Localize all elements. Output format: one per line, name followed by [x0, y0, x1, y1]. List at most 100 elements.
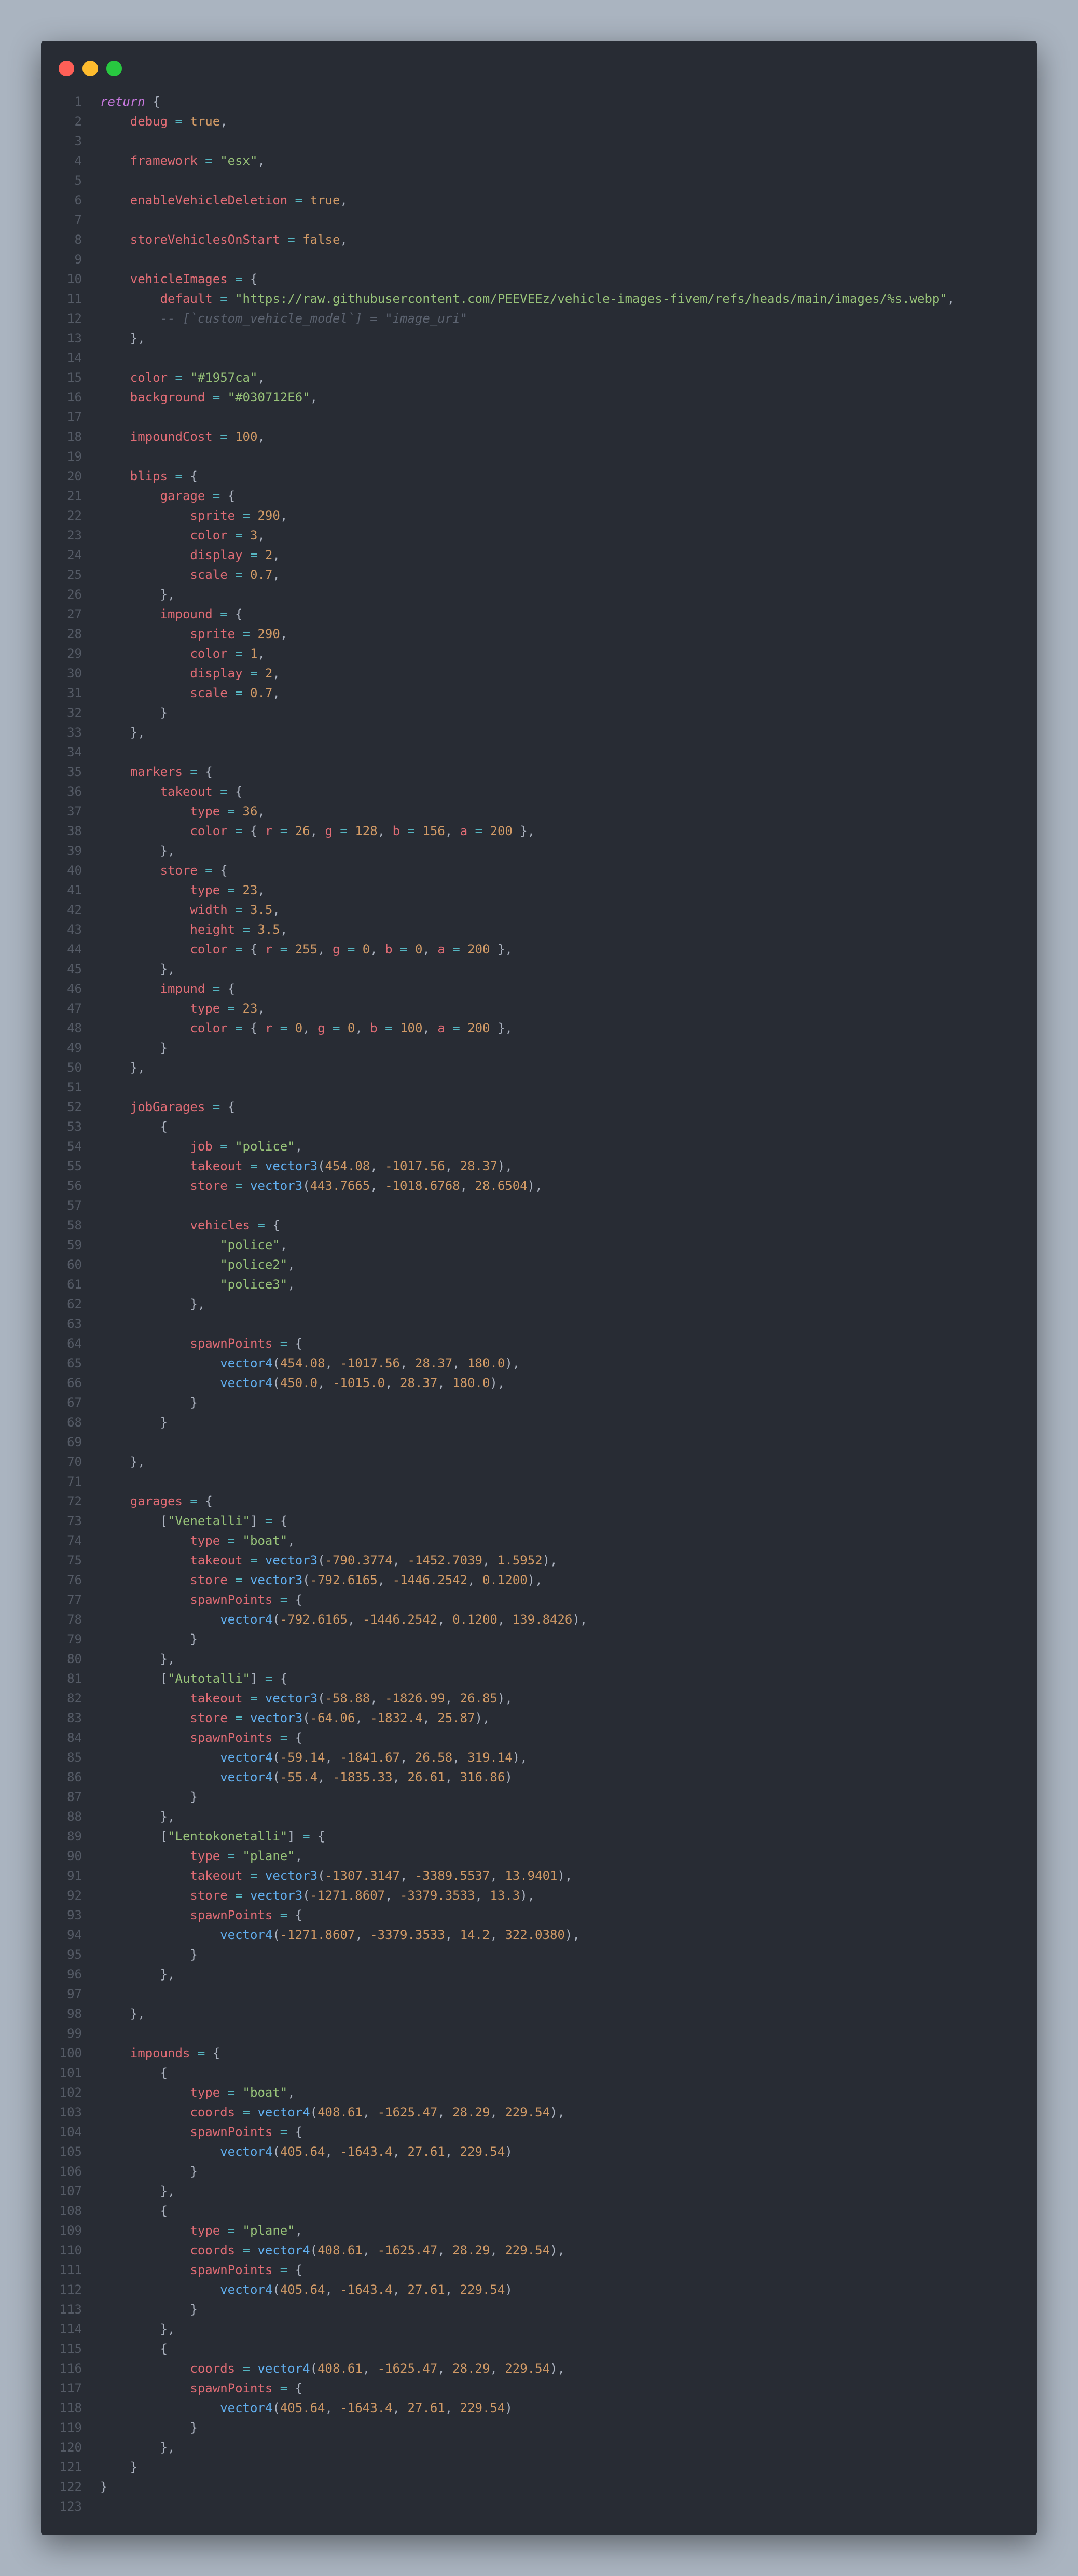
code-token: ),	[497, 1159, 513, 1173]
code-token: ,	[257, 430, 265, 444]
code-token: 229.54	[460, 2144, 505, 2159]
line-text: color = 3,	[82, 525, 265, 545]
line-text: type = "boat",	[82, 1531, 295, 1550]
line-number: 94	[67, 1928, 82, 1942]
code-token: ,	[437, 2105, 453, 2120]
code-token: (	[272, 1750, 280, 1765]
code-token: 100	[235, 430, 258, 444]
code-line: 63	[41, 1314, 1037, 1334]
code-token: vector3	[265, 1553, 318, 1568]
line-number: 51	[67, 1080, 82, 1095]
line-number: 116	[59, 2361, 82, 2376]
code-token: vehicles	[190, 1218, 250, 1232]
minimize-dot-icon[interactable]	[82, 61, 98, 76]
code-token: =	[227, 686, 250, 700]
code-token: coords	[190, 2361, 236, 2376]
code-token: 200	[490, 824, 513, 838]
line-text: "police2",	[82, 1255, 295, 1275]
code-line: 43 height = 3.5,	[41, 920, 1037, 939]
code-token: framework	[130, 154, 198, 168]
line-number: 11	[67, 292, 82, 306]
code-token: -1643.4	[340, 2282, 393, 2297]
code-token: type	[190, 2223, 220, 2238]
code-token: ,	[490, 1868, 505, 1883]
code-token: ,	[392, 2401, 408, 2415]
line-number: 10	[67, 272, 82, 286]
code-token: },	[100, 2006, 145, 2021]
code-line: 69	[41, 1432, 1037, 1452]
code-line: 89 ["Lentokonetalli"] = {	[41, 1826, 1037, 1846]
line-number: 66	[67, 1376, 82, 1390]
code-token: -1625.47	[377, 2361, 438, 2376]
code-line: 12 -- [`custom_vehicle_model`] = "image_…	[41, 309, 1037, 328]
line-number: 102	[59, 2085, 82, 2100]
code-token: ,	[257, 646, 265, 661]
code-token: )	[505, 2401, 513, 2415]
code-token: {	[295, 2263, 303, 2277]
code-line: 76 store = vector3(-792.6165, -1446.2542…	[41, 1570, 1037, 1590]
code-token: ),	[520, 1888, 535, 1903]
line-text: }	[82, 1629, 197, 1649]
code-line: 9	[41, 250, 1037, 269]
code-token: "police3"	[220, 1277, 288, 1292]
line-text: vector4(-59.14, -1841.67, 26.58, 319.14)…	[82, 1748, 527, 1767]
code-token: ,	[257, 528, 265, 543]
code-token: ,	[272, 903, 280, 917]
line-number: 78	[67, 1612, 82, 1627]
code-token: 25.87	[437, 1711, 475, 1725]
code-token: },	[100, 725, 145, 740]
close-dot-icon[interactable]	[59, 61, 74, 76]
code-token: ,	[280, 1238, 288, 1252]
code-token: ,	[355, 1711, 370, 1725]
code-token: =	[227, 1021, 250, 1035]
code-token: store	[190, 1711, 228, 1725]
code-line: 102 type = "boat",	[41, 2083, 1037, 2102]
code-token: "Lentokonetalli"	[168, 1829, 288, 1844]
line-number: 117	[59, 2381, 82, 2395]
code-token: background	[130, 390, 205, 405]
line-text	[82, 1984, 100, 2004]
line-text: markers = {	[82, 762, 213, 782]
code-token: ,	[325, 2282, 340, 2297]
code-line: 37 type = 36,	[41, 801, 1037, 821]
code-token: 405.64	[280, 2144, 325, 2159]
code-token: ,	[280, 508, 288, 523]
line-number: 79	[67, 1632, 82, 1646]
code-token: scale	[190, 567, 228, 582]
line-text: impoundCost = 100,	[82, 427, 265, 447]
code-token: vector3	[265, 1691, 318, 1706]
line-text: }	[82, 2477, 107, 2497]
line-text: type = "plane",	[82, 1846, 302, 1866]
line-text: takeout = vector3(-58.88, -1826.99, 26.8…	[82, 1688, 512, 1708]
code-token: {	[272, 1218, 280, 1232]
code-token: =	[272, 1908, 295, 1922]
line-number: 81	[67, 1671, 82, 1686]
code-token: (	[302, 1179, 310, 1193]
code-token: ,	[377, 824, 393, 838]
maximize-dot-icon[interactable]	[106, 61, 122, 76]
code-token: =	[168, 114, 190, 129]
code-line: 94 vector4(-1271.8607, -3379.3533, 14.2,…	[41, 1925, 1037, 1945]
code-line: 50 },	[41, 1058, 1037, 1077]
line-number: 64	[67, 1336, 82, 1351]
code-token: =	[272, 1730, 295, 1745]
line-text: spawnPoints = {	[82, 1334, 302, 1353]
code-token: ,	[400, 1868, 415, 1883]
code-token: -1841.67	[340, 1750, 400, 1765]
line-text: },	[82, 1294, 205, 1314]
line-number: 93	[67, 1908, 82, 1922]
code-token: =	[227, 528, 250, 543]
line-number: 32	[67, 705, 82, 720]
line-number: 95	[67, 1947, 82, 1962]
code-token: 0	[295, 1021, 303, 1035]
code-token: 156	[422, 824, 445, 838]
line-text: spawnPoints = {	[82, 2260, 302, 2280]
code-token: (	[272, 2144, 280, 2159]
